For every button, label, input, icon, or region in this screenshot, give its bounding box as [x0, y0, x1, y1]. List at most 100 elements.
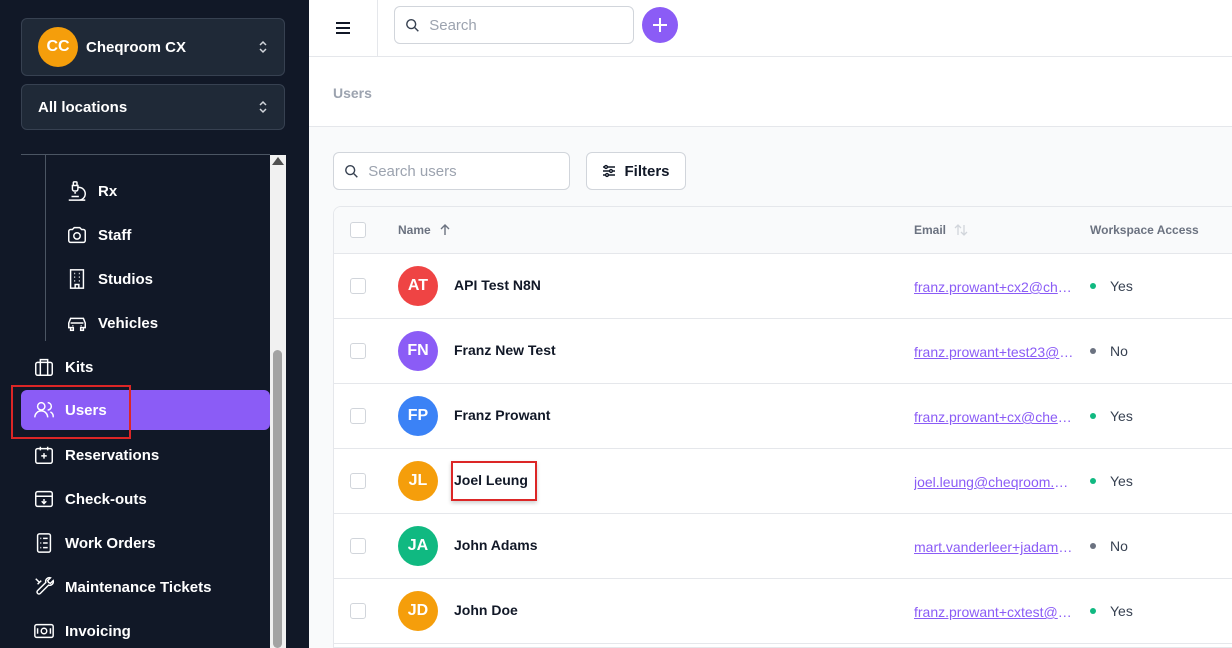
banknote-icon: [34, 623, 54, 639]
sidebar-item-staff[interactable]: Staff: [66, 215, 131, 255]
users-table: Name Email Workspace Access AT API Test …: [333, 206, 1232, 648]
sidebar-item-maintenance-tickets[interactable]: Maintenance Tickets: [33, 567, 211, 607]
status-dot: [1090, 283, 1096, 289]
scroll-up-arrow-icon[interactable]: [272, 157, 284, 165]
avatar: FP: [398, 396, 438, 436]
user-email-link[interactable]: franz.prowant+cx@cheqroom.com: [914, 409, 1074, 425]
row-checkbox[interactable]: [350, 343, 366, 359]
workspace-access-status: Yes: [1090, 278, 1133, 294]
sidebar-item-label: Studios: [98, 270, 153, 288]
tools-icon: [35, 576, 55, 595]
column-header-workspace-access[interactable]: Workspace Access: [1090, 223, 1199, 237]
column-header-email[interactable]: Email: [914, 223, 968, 237]
page-title: Users: [333, 85, 372, 101]
sidebar-item-check-outs[interactable]: Check-outs: [33, 479, 147, 519]
sidebar-item-invoicing[interactable]: Invoicing: [33, 611, 131, 648]
car-icon: [68, 317, 86, 332]
status-dot: [1090, 608, 1096, 614]
page-header: Users: [309, 57, 1232, 127]
table-row[interactable]: FP Franz Prowant franz.prowant+cx@cheqro…: [334, 384, 1232, 449]
sidebar-item-label: Staff: [98, 226, 132, 244]
user-email-link[interactable]: franz.prowant+test23@cheqroom.com: [914, 344, 1074, 360]
scrollbar-thumb[interactable]: [273, 350, 282, 648]
search-icon: [406, 18, 419, 32]
workspace-access-status: Yes: [1090, 473, 1133, 489]
global-search-input[interactable]: [429, 16, 623, 34]
status-label: No: [1110, 343, 1128, 359]
sidebar-item-work-orders[interactable]: Work Orders: [33, 523, 156, 563]
users-search-input[interactable]: [368, 162, 559, 180]
user-name[interactable]: John Adams: [454, 537, 538, 553]
select-all-checkbox[interactable]: [350, 222, 366, 238]
table-row[interactable]: FN Franz New Test franz.prowant+test23@c…: [334, 319, 1232, 384]
avatar: JA: [398, 526, 438, 566]
user-name[interactable]: Franz New Test: [454, 342, 556, 358]
microscope-icon: [68, 181, 86, 201]
row-checkbox[interactable]: [350, 603, 366, 619]
archive-down-icon: [35, 490, 53, 508]
workspace-access-status: Yes: [1090, 408, 1133, 424]
global-search[interactable]: [394, 6, 634, 44]
user-name[interactable]: API Test N8N: [454, 277, 541, 293]
sidebar-item-label: Reservations: [65, 446, 160, 464]
calendar-plus-icon: [35, 446, 53, 464]
user-email-link[interactable]: franz.prowant+cxtest@cheqroom.com: [914, 604, 1074, 620]
workspace-access-status: No: [1090, 343, 1128, 359]
status-label: Yes: [1110, 473, 1133, 489]
avatar: AT: [398, 266, 438, 306]
plus-icon: [653, 18, 667, 32]
column-header-name[interactable]: Name: [398, 223, 451, 237]
user-name[interactable]: John Doe: [454, 602, 518, 618]
column-label: Workspace Access: [1090, 223, 1199, 237]
filters-label: Filters: [624, 162, 670, 180]
user-email-link[interactable]: franz.prowant+cx2@cheqroom.com: [914, 279, 1074, 295]
location-selector[interactable]: All locations: [21, 84, 285, 130]
workspace-access-status: No: [1090, 538, 1128, 554]
status-dot: [1090, 348, 1096, 354]
hamburger-icon: [336, 22, 350, 34]
table-row[interactable]: AT API Test N8N franz.prowant+cx2@cheqro…: [334, 254, 1232, 319]
row-checkbox[interactable]: [350, 408, 366, 424]
status-dot: [1090, 478, 1096, 484]
sort-icon: [954, 224, 968, 236]
column-label: Email: [914, 223, 947, 237]
status-label: Yes: [1110, 278, 1133, 294]
menu-button[interactable]: [309, 0, 378, 56]
building-icon: [69, 269, 85, 289]
table-row[interactable]: JA John Adams mart.vanderleer+jadams@che…: [334, 514, 1232, 579]
briefcase-icon: [35, 358, 53, 376]
highlight-frame: [11, 385, 131, 439]
row-checkbox[interactable]: [350, 278, 366, 294]
filters-button[interactable]: Filters: [586, 152, 686, 190]
row-checkbox[interactable]: [350, 538, 366, 554]
row-checkbox[interactable]: [350, 473, 366, 489]
status-dot: [1090, 413, 1096, 419]
sliders-icon: [603, 164, 616, 178]
user-email-link[interactable]: joel.leung@cheqroom.com: [914, 474, 1074, 490]
sidebar-item-rx[interactable]: Rx: [66, 171, 117, 211]
subnav-line: [45, 155, 46, 341]
sidebar-item-studios[interactable]: Studios: [66, 259, 153, 299]
location-label: All locations: [38, 98, 128, 116]
users-search[interactable]: [333, 152, 570, 190]
workspace-selector[interactable]: CC Cheqroom CX: [21, 18, 285, 76]
sidebar-item-label: Check-outs: [65, 490, 147, 508]
chevron-up-down-icon: [259, 40, 267, 54]
user-email-link[interactable]: mart.vanderleer+jadams@cheqroom.com: [914, 539, 1074, 555]
sidebar-item-kits[interactable]: Kits: [33, 347, 93, 387]
search-icon: [345, 164, 358, 178]
sidebar-item-reservations[interactable]: Reservations: [33, 435, 159, 475]
highlight-frame: [451, 461, 537, 501]
table-row[interactable]: JD John Doe franz.prowant+cxtest@cheqroo…: [334, 579, 1232, 644]
sidebar-item-label: Kits: [65, 358, 94, 376]
sidebar-item-vehicles[interactable]: Vehicles: [66, 303, 158, 343]
sidebar-item-label: Maintenance Tickets: [65, 578, 212, 596]
sidebar-item-label: Vehicles: [98, 314, 159, 332]
sidebar-item-label: Work Orders: [65, 534, 156, 552]
avatar: JL: [398, 461, 438, 501]
camera-icon: [68, 226, 86, 244]
workspace-name: Cheqroom CX: [86, 38, 187, 56]
add-button[interactable]: [642, 7, 678, 43]
user-name[interactable]: Franz Prowant: [454, 407, 550, 423]
sidebar-item-label: Invoicing: [65, 622, 131, 640]
